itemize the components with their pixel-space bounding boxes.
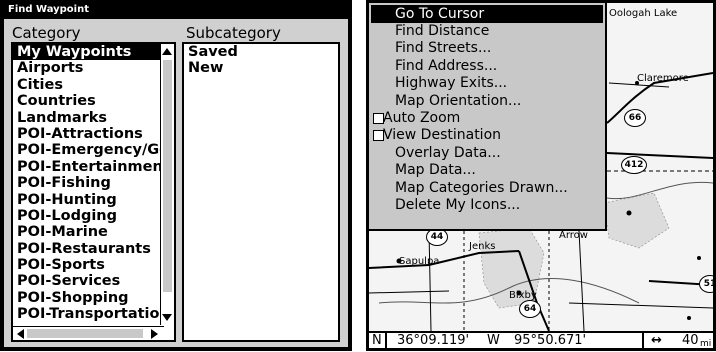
menu-item[interactable]: Delete My Icons... xyxy=(369,197,605,214)
map-context-menu: Go To Cursor Find Distance Find Streets...… xyxy=(369,3,607,231)
menu-item-label: Overlay Data... xyxy=(395,144,501,161)
menu-item[interactable]: Auto Zoom xyxy=(369,110,605,127)
us-66-shield-icon: 66 xyxy=(624,109,646,127)
menu-item[interactable]: Find Streets... xyxy=(369,40,605,57)
scale-arrow-icon: ↔ xyxy=(651,333,662,348)
scroll-left-arrow-icon[interactable] xyxy=(17,329,24,339)
category-item[interactable]: POI-Marine xyxy=(13,224,162,240)
scroll-up-arrow-icon[interactable] xyxy=(162,48,172,55)
category-item[interactable]: Airports xyxy=(13,60,162,76)
map-label-oologah-lake: Oologah Lake xyxy=(609,8,678,19)
latitude-value: 36°09.119' xyxy=(397,333,470,348)
category-item[interactable]: POI-Attractions xyxy=(13,126,162,142)
category-vertical-scrollbar[interactable] xyxy=(160,44,174,325)
category-header: Category xyxy=(12,24,81,42)
menu-item-label: Highway Exits... xyxy=(395,75,508,92)
hscroll-thumb[interactable] xyxy=(27,329,143,338)
status-bar: N 36°09.119' W 95°50.671' ↔ 40 mi xyxy=(369,331,713,349)
urban-area-arrow xyxy=(603,192,670,249)
menu-item-label: Find Streets... xyxy=(395,40,492,57)
map-scale-value: 40 xyxy=(682,333,699,348)
menu-item[interactable]: Go To Cursor xyxy=(371,5,603,23)
menu-item[interactable]: Find Distance xyxy=(369,23,605,40)
category-item[interactable]: POI-Hunting xyxy=(13,192,162,208)
subcategory-header: Subcategory xyxy=(186,24,281,42)
menu-item-label: Delete My Icons... xyxy=(395,196,521,213)
subcategory-item[interactable]: New xyxy=(184,60,338,76)
menu-item-label: Map Categories Drawn... xyxy=(395,179,568,196)
menu-item[interactable]: View Destination xyxy=(369,127,605,144)
subcategory-item[interactable]: Saved xyxy=(184,44,338,60)
menu-item[interactable]: Map Orientation... xyxy=(369,93,605,110)
category-item[interactable]: POI-Entertainment xyxy=(13,159,162,175)
menu-item[interactable]: Find Address... xyxy=(369,58,605,75)
category-item[interactable]: Countries xyxy=(13,93,162,109)
highway-412 xyxy=(606,152,713,159)
menu-item-label: Find Distance xyxy=(395,23,490,39)
longitude-hemisphere: W xyxy=(487,333,500,348)
menu-item-label: Find Address... xyxy=(395,57,498,74)
category-list[interactable]: My Waypoints Airports Cities Countries Landm… xyxy=(11,42,176,342)
menu-item[interactable]: Map Data... xyxy=(369,162,605,179)
latitude-hemisphere: N xyxy=(372,333,382,348)
category-item[interactable]: POI-Emergency/Go xyxy=(13,142,162,158)
map-label-jenks: Jenks xyxy=(469,241,496,252)
category-item[interactable]: POI-Fishing xyxy=(13,175,162,191)
category-horizontal-scrollbar[interactable] xyxy=(13,326,164,340)
map-label-arrow: Arrow xyxy=(559,230,588,241)
menu-item-label: Map Orientation... xyxy=(395,92,522,109)
category-item[interactable]: POI-Shopping xyxy=(13,290,162,306)
menu-item-label: Go To Cursor xyxy=(395,6,485,22)
menu-item-label: View Destination xyxy=(383,127,502,144)
us-64-shield-icon: 64 xyxy=(519,300,541,318)
category-item[interactable]: POI-Sports xyxy=(13,257,162,273)
menu-item-label: Auto Zoom xyxy=(383,109,461,126)
subcategory-list[interactable]: Saved New xyxy=(182,42,340,342)
scroll-thumb[interactable] xyxy=(163,60,172,292)
us-412-shield-icon: 412 xyxy=(621,156,647,174)
panel-body: Category Subcategory My Waypoints Airport… xyxy=(4,19,348,347)
menu-item[interactable]: Map Categories Drawn... xyxy=(369,180,605,197)
scroll-right-arrow-icon[interactable] xyxy=(151,329,158,339)
checkbox-icon[interactable] xyxy=(373,130,384,142)
category-item[interactable]: POI-Transportation xyxy=(13,306,162,322)
menu-item[interactable]: Overlay Data... xyxy=(369,145,605,162)
category-item[interactable]: POI-Lodging xyxy=(13,208,162,224)
menu-item-label: Map Data... xyxy=(395,162,476,179)
category-item[interactable]: My Waypoints xyxy=(13,44,162,61)
panel-title: Find Waypoint xyxy=(2,2,350,18)
find-waypoint-panel: Find Waypoint Category Subcategory My Wa… xyxy=(0,0,352,351)
longitude-value: 95°50.671' xyxy=(514,333,587,348)
map-scale-unit: mi xyxy=(700,339,712,349)
map-label-sapulpa: Sapulpa xyxy=(399,256,440,267)
map-label-claremore: Claremore xyxy=(637,73,689,84)
category-item[interactable]: Cities xyxy=(13,77,162,93)
scroll-down-arrow-icon[interactable] xyxy=(162,314,172,321)
category-item[interactable]: POI-Restaurants xyxy=(13,241,162,257)
category-item[interactable]: Landmarks xyxy=(13,110,162,126)
checkbox-icon[interactable] xyxy=(373,112,384,124)
category-item[interactable]: POI-Services xyxy=(13,273,162,289)
map-panel: Oologah Lake Claremore Jenks Arrow Sapul… xyxy=(366,0,716,351)
menu-item[interactable]: Highway Exits... xyxy=(369,75,605,92)
map-view[interactable]: Oologah Lake Claremore Jenks Arrow Sapul… xyxy=(369,3,713,331)
